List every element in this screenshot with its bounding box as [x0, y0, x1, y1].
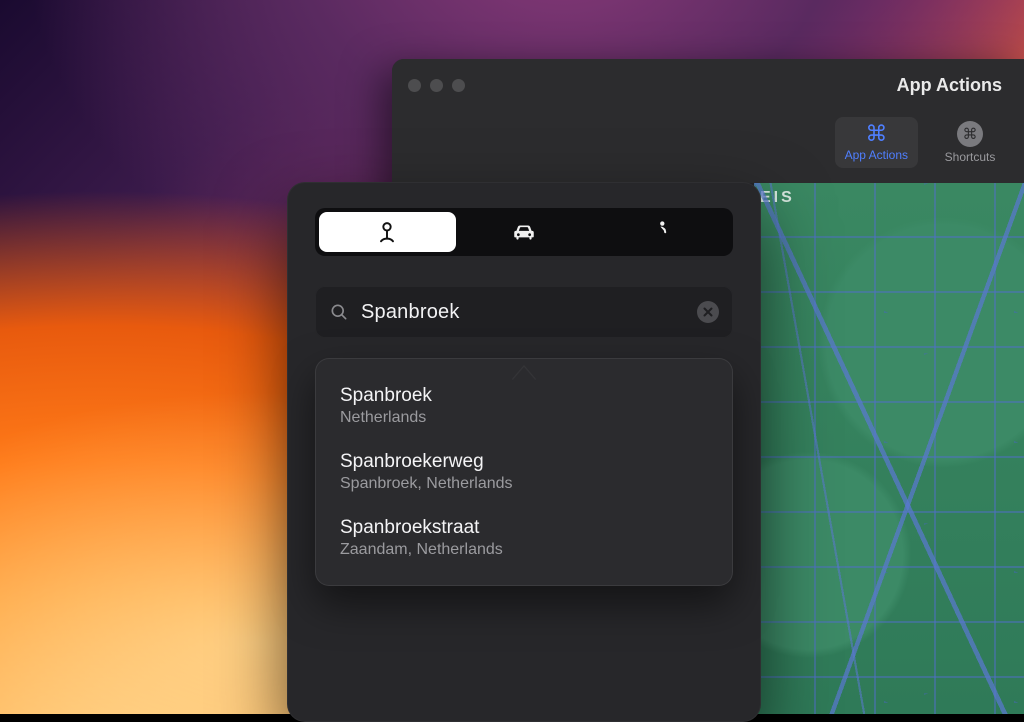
- suggestion-subtitle: Zaandam, Netherlands: [340, 541, 708, 559]
- x-icon: [703, 307, 713, 317]
- zoom-window-button[interactable]: [452, 79, 465, 92]
- suggestion-title: Spanbroekstraat: [340, 517, 708, 539]
- suggestion-item[interactable]: Spanbroek Netherlands: [316, 373, 732, 439]
- command-icon: ⌘: [865, 123, 887, 145]
- suggestion-subtitle: Netherlands: [340, 409, 708, 427]
- map-region-label: EIS: [760, 189, 795, 207]
- toolbar: ⌘ App Actions ⌘ Shortcuts: [392, 111, 1024, 183]
- segment-location-pin[interactable]: [319, 212, 456, 252]
- map-view[interactable]: EIS: [754, 183, 1024, 714]
- search-field[interactable]: Spanbroek: [315, 286, 733, 338]
- titlebar: App Actions: [392, 59, 1024, 111]
- suggestions-popover: Spanbroek Netherlands Spanbroekerweg Spa…: [315, 358, 733, 586]
- toolbar-app-actions[interactable]: ⌘ App Actions: [835, 117, 918, 168]
- car-icon: [511, 219, 537, 245]
- suggestion-title: Spanbroek: [340, 385, 708, 407]
- pin-icon: [374, 219, 400, 245]
- suggestion-title: Spanbroekerweg: [340, 451, 708, 473]
- suggestion-item[interactable]: Spanbroekerweg Spanbroek, Netherlands: [316, 439, 732, 505]
- transport-mode-segmented: [315, 208, 733, 256]
- command-circle-icon: ⌘: [957, 121, 983, 147]
- popover-arrow: [512, 366, 536, 380]
- toolbar-shortcuts[interactable]: ⌘ Shortcuts: [934, 115, 1006, 170]
- window-controls: [408, 79, 465, 92]
- window-title: App Actions: [897, 75, 1008, 96]
- suggestion-item[interactable]: Spanbroekstraat Zaandam, Netherlands: [316, 505, 732, 571]
- search-input[interactable]: Spanbroek: [361, 301, 685, 324]
- segment-walking[interactable]: [592, 212, 729, 252]
- minimize-window-button[interactable]: [430, 79, 443, 92]
- suggestions-list: Spanbroek Netherlands Spanbroekerweg Spa…: [315, 358, 733, 586]
- clear-search-button[interactable]: [697, 301, 719, 323]
- search-icon: [329, 302, 349, 322]
- toolbar-label: App Actions: [845, 148, 908, 162]
- location-search-sheet: Spanbroek Spanbroek Netherlands Spanbroe…: [287, 182, 761, 722]
- suggestion-subtitle: Spanbroek, Netherlands: [340, 475, 708, 493]
- toolbar-label: Shortcuts: [945, 150, 996, 164]
- segment-driving[interactable]: [456, 212, 593, 252]
- walk-icon: [648, 219, 674, 245]
- close-window-button[interactable]: [408, 79, 421, 92]
